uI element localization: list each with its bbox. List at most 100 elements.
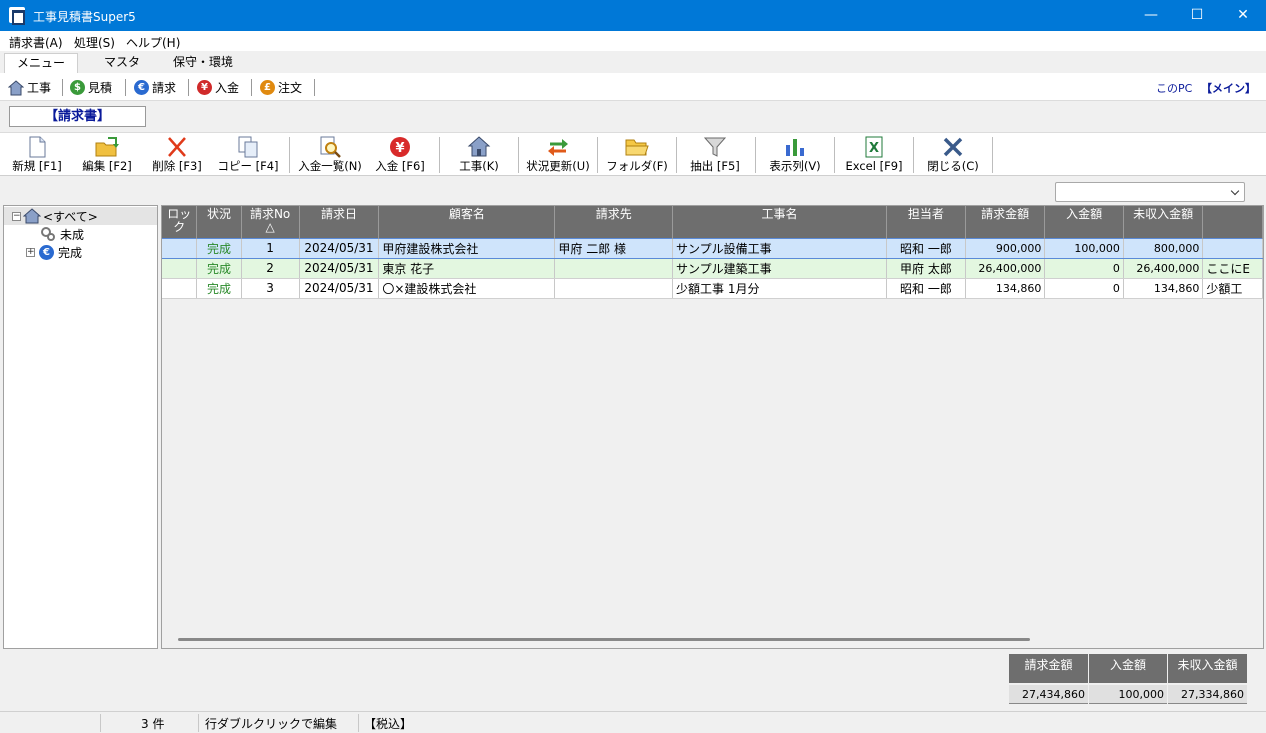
section-title: 【請求書】 <box>9 106 146 127</box>
house-icon <box>8 79 24 95</box>
col-invoice-date[interactable]: 請求日 <box>299 206 380 238</box>
nav-bar: 工事 $ 見積 € 請求 ¥ 入金 £ 注文 このPC 【メイン】 <box>0 73 1266 101</box>
tree-node-all[interactable]: − <すべて> <box>4 207 157 225</box>
cell-billto <box>554 258 674 279</box>
col-bill-to[interactable]: 請求先 <box>554 206 674 238</box>
update-status-button[interactable]: 状況更新(U) <box>524 135 592 175</box>
copy-button[interactable]: コピー [F4] <box>214 135 282 175</box>
copy-icon <box>238 136 258 158</box>
cell-status: 完成 <box>196 258 242 279</box>
nav-invoice-label: 請求 <box>152 81 177 95</box>
nav-divider <box>251 79 252 96</box>
horizontal-scrollbar[interactable] <box>178 638 1030 641</box>
excel-button[interactable]: X Excel [F9] <box>843 135 905 175</box>
total-unpaid-value: 27,334,860 <box>1168 685 1247 704</box>
col-amount[interactable]: 請求金額 <box>965 206 1046 238</box>
tab-strip: メニュー マスタ 保守・環境 <box>0 51 1266 73</box>
nav-payment-label: 入金 <box>215 81 240 95</box>
expand-icon[interactable]: + <box>26 247 35 257</box>
folder-button[interactable]: フォルダ(F) <box>604 135 670 175</box>
payment-button[interactable]: ¥ 入金 [F6] <box>369 135 431 175</box>
payment-list-button[interactable]: 入金一覧(N) <box>295 135 365 175</box>
cell-staff: 甲府 太郎 <box>886 258 966 279</box>
invoice-table: ロック 状況 請求No △ 請求日 顧客名 請求先 工事名 担当者 請求金額 入金… <box>162 206 1263 299</box>
col-staff[interactable]: 担当者 <box>886 206 966 238</box>
new-button[interactable]: 新規 [F1] <box>6 135 68 175</box>
cell-unpaid: 26,400,000 <box>1123 258 1204 279</box>
minimize-button[interactable]: — <box>1128 0 1174 31</box>
col-project[interactable]: 工事名 <box>672 206 887 238</box>
cell-lock <box>162 278 198 299</box>
magnifier-document-icon <box>320 136 341 158</box>
new-document-icon <box>29 136 46 158</box>
total-paid-header: 入金額 <box>1089 654 1167 683</box>
extract-button[interactable]: 抽出 [F5] <box>684 135 746 175</box>
toolbar-divider <box>439 137 440 173</box>
cell-billto <box>554 278 674 299</box>
toolbar-divider <box>676 137 677 173</box>
cell-staff: 昭和 一郎 <box>886 278 966 299</box>
nav-divider <box>62 79 63 96</box>
nav-estimate[interactable]: $ 見積 <box>70 79 112 96</box>
menu-help[interactable]: ヘルプ(H) <box>126 34 180 51</box>
cell-lock <box>162 237 198 259</box>
status-divider <box>358 714 359 732</box>
table-header: ロック 状況 請求No △ 請求日 顧客名 請求先 工事名 担当者 請求金額 入金… <box>162 206 1263 238</box>
delete-button[interactable]: 削除 [F3] <box>146 135 208 175</box>
table-row[interactable]: 完成 1 2024/05/31 甲府建設株式会社 甲府 二郎 様 サンプル設備工… <box>162 237 1263 259</box>
tab-menu[interactable]: メニュー <box>4 53 78 73</box>
collapse-icon[interactable]: − <box>12 211 21 221</box>
menu-bar: 請求書(A) 処理(S) ヘルプ(H) <box>0 31 1266 51</box>
filter-dropdown[interactable] <box>1055 182 1245 202</box>
status-tree: − <すべて> 未成 + € 完成 <box>3 205 158 649</box>
excel-icon: X <box>865 136 883 158</box>
toolbar-divider <box>289 137 290 173</box>
toolbar-divider <box>597 137 598 173</box>
maximize-button[interactable]: ☐ <box>1174 0 1220 31</box>
col-status[interactable]: 状況 <box>196 206 242 238</box>
col-customer[interactable]: 顧客名 <box>378 206 556 238</box>
cell-customer: 甲府建設株式会社 <box>378 237 556 259</box>
nav-divider <box>314 79 315 96</box>
nav-payment[interactable]: ¥ 入金 <box>197 79 239 96</box>
col-lock[interactable]: ロック <box>162 206 198 238</box>
toolbar-divider <box>913 137 914 173</box>
app-icon <box>9 7 25 25</box>
house-icon <box>467 136 491 157</box>
edit-button[interactable]: 編集 [F2] <box>76 135 138 175</box>
tree-node-label: 完成 <box>58 245 83 260</box>
close-button[interactable]: ✕ <box>1220 0 1266 31</box>
pound-icon: £ <box>260 80 275 95</box>
display-columns-button[interactable]: 表示列(V) <box>764 135 826 175</box>
col-unpaid[interactable]: 未収入金額 <box>1123 206 1204 238</box>
total-amount-header: 請求金額 <box>1009 654 1088 683</box>
tab-master[interactable]: マスタ <box>90 53 154 73</box>
table-row[interactable]: 完成 2 2024/05/31 東京 花子 サンプル建築工事 甲府 太郎 26,… <box>162 258 1263 279</box>
tab-maintenance[interactable]: 保守・環境 <box>166 53 240 73</box>
cell-paid: 100,000 <box>1044 237 1124 259</box>
window-title: 工事見積書Super5 <box>33 10 136 24</box>
col-invoice-no[interactable]: 請求No △ <box>241 206 300 238</box>
col-paid[interactable]: 入金額 <box>1044 206 1124 238</box>
invoice-grid: ロック 状況 請求No △ 請求日 顧客名 請求先 工事名 担当者 請求金額 入金… <box>161 205 1264 649</box>
project-button[interactable]: 工事(K) <box>448 135 510 175</box>
house-icon <box>23 208 41 224</box>
toolbar: 新規 [F1] 編集 [F2] 削除 [F3] コピー [F4] 入金一覧(N)… <box>0 132 1266 176</box>
menu-invoice[interactable]: 請求書(A) <box>9 34 63 51</box>
menu-process[interactable]: 処理(S) <box>74 34 115 51</box>
close-view-button[interactable]: 閉じる(C) <box>922 135 984 175</box>
tree-node-incomplete[interactable]: 未成 <box>40 225 84 243</box>
nav-invoice[interactable]: € 請求 <box>134 79 176 96</box>
col-extra[interactable] <box>1202 206 1263 238</box>
status-divider <box>198 714 199 732</box>
cell-extra: ここにE <box>1202 258 1263 279</box>
nav-project[interactable]: 工事 <box>8 79 51 96</box>
cell-no: 2 <box>241 258 300 279</box>
nav-order[interactable]: £ 注文 <box>260 79 302 96</box>
refresh-arrows-icon <box>548 139 568 156</box>
toolbar-divider <box>518 137 519 173</box>
status-bar: 3 件 行ダブルクリックで編集 【税込】 <box>0 711 1266 733</box>
tree-node-complete[interactable]: + € 完成 <box>26 243 82 261</box>
cell-extra: 少額工 <box>1202 278 1263 299</box>
table-row[interactable]: 完成 3 2024/05/31 〇×建設株式会社 少額工事 1月分 昭和 一郎 … <box>162 278 1263 299</box>
